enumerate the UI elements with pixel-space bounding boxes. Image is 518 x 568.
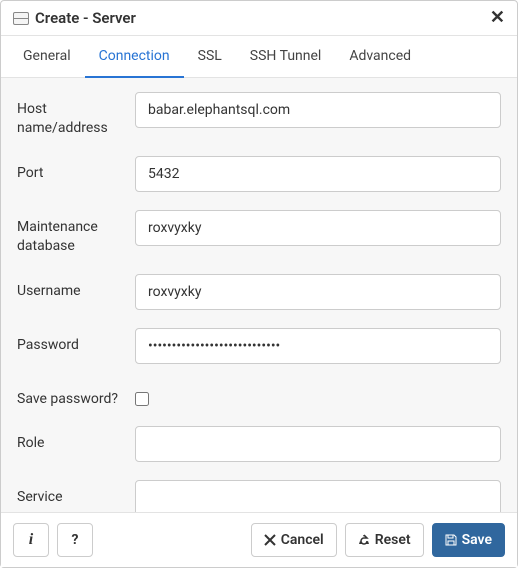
recycle-icon	[358, 534, 370, 546]
label-save-password: Save password?	[17, 382, 135, 409]
row-service: Service	[17, 480, 501, 512]
input-role[interactable]	[135, 426, 501, 462]
input-host[interactable]	[135, 92, 501, 128]
label-role: Role	[17, 426, 135, 453]
tab-advanced[interactable]: Advanced	[335, 36, 425, 78]
row-maintenance-db: Maintenance database	[17, 210, 501, 256]
input-port[interactable]	[135, 156, 501, 192]
close-icon	[264, 534, 276, 546]
label-username: Username	[17, 274, 135, 301]
row-host: Host name/address	[17, 92, 501, 138]
input-service[interactable]	[135, 480, 501, 512]
label-maintenance-db: Maintenance database	[17, 210, 135, 256]
row-password: Password	[17, 328, 501, 364]
cancel-button[interactable]: Cancel	[251, 523, 337, 557]
checkbox-save-password[interactable]	[135, 392, 149, 406]
footer-left: i ?	[13, 523, 93, 557]
label-host: Host name/address	[17, 92, 135, 138]
reset-label: Reset	[375, 532, 411, 548]
row-port: Port	[17, 156, 501, 192]
reset-button[interactable]: Reset	[345, 523, 424, 557]
help-button[interactable]: ?	[57, 523, 93, 557]
save-button[interactable]: Save	[432, 523, 505, 557]
save-icon	[445, 534, 457, 546]
row-role: Role	[17, 426, 501, 462]
input-password[interactable]	[135, 328, 501, 364]
input-username[interactable]	[135, 274, 501, 310]
row-username: Username	[17, 274, 501, 310]
tab-general[interactable]: General	[9, 36, 85, 78]
create-server-dialog: Create - Server ✕ General Connection SSL…	[0, 0, 518, 568]
tab-ssh-tunnel[interactable]: SSH Tunnel	[236, 36, 336, 78]
tab-connection[interactable]: Connection	[85, 36, 184, 78]
close-icon[interactable]: ✕	[490, 9, 505, 27]
dialog-body: Host name/address Port Maintenance datab…	[1, 78, 517, 512]
tab-ssl[interactable]: SSL	[184, 36, 236, 78]
label-service: Service	[17, 480, 135, 507]
info-button[interactable]: i	[13, 523, 49, 557]
help-icon: ?	[72, 532, 79, 548]
info-icon: i	[29, 531, 33, 549]
input-maintenance-db[interactable]	[135, 210, 501, 246]
cancel-label: Cancel	[281, 532, 324, 548]
save-label: Save	[462, 532, 492, 548]
row-save-password: Save password?	[17, 382, 501, 409]
footer-right: Cancel Reset Save	[251, 523, 505, 557]
server-icon	[13, 12, 29, 25]
dialog-header: Create - Server ✕	[1, 1, 517, 36]
dialog-title: Create - Server	[35, 9, 136, 27]
tab-bar: General Connection SSL SSH Tunnel Advanc…	[1, 36, 517, 78]
label-port: Port	[17, 156, 135, 183]
dialog-title-wrap: Create - Server	[13, 9, 136, 27]
dialog-footer: i ? Cancel Reset Save	[1, 512, 517, 567]
label-password: Password	[17, 328, 135, 355]
